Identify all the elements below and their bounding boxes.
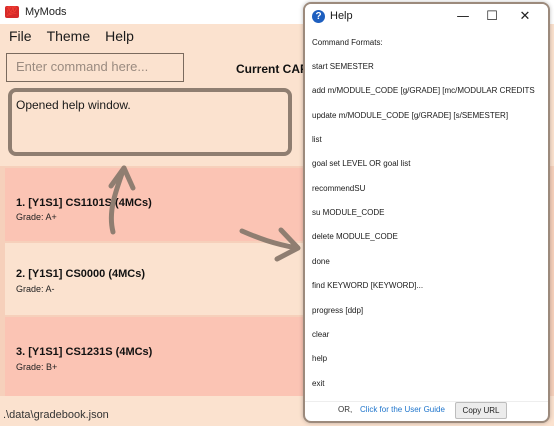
user-guide-link[interactable]: Click for the User Guide (360, 405, 445, 414)
or-label: OR, (338, 405, 353, 414)
menu-theme[interactable]: Theme (47, 28, 91, 44)
menu-help[interactable]: Help (105, 28, 134, 44)
help-command-line: list (312, 135, 322, 144)
help-window-title: Help (330, 10, 353, 22)
help-titlebar[interactable]: ? Help — ☐ ✕ (305, 4, 548, 30)
help-command-line: recommendSU (312, 184, 366, 193)
help-command-line: progress [ddp] (312, 306, 364, 315)
help-command-line: su MODULE_CODE (312, 208, 385, 217)
help-heading: Command Formats: (312, 38, 383, 47)
help-command-line: clear (312, 330, 330, 339)
app-title: MyMods (25, 6, 67, 18)
minimize-button[interactable]: — (453, 7, 473, 27)
result-display: Opened help window. (8, 88, 292, 156)
module-grade: Grade: A- (16, 284, 55, 294)
module-title: 1. [Y1S1] CS1101S (4MCs) (16, 197, 152, 209)
help-command-line: goal set LEVEL OR goal list (312, 159, 411, 168)
module-title: 3. [Y1S1] CS1231S (4MCs) (16, 346, 153, 358)
help-command-line: add m/MODULE_CODE [g/GRADE] [mc/MODULAR … (312, 86, 535, 95)
menu-file[interactable]: File (9, 28, 32, 44)
app-hundred-icon: 💯 (5, 6, 19, 18)
current-cap-label: Current CAP (236, 62, 309, 76)
module-grade: Grade: B+ (16, 362, 58, 372)
module-title: 2. [Y1S1] CS0000 (4MCs) (16, 268, 145, 280)
help-command-line: exit (312, 379, 325, 388)
help-footer: OR, Click for the User Guide Copy URL (305, 401, 548, 421)
help-command-line: delete MODULE_CODE (312, 232, 398, 241)
result-message: Opened help window. (16, 98, 131, 112)
help-command-line: start SEMESTER (312, 62, 374, 71)
help-command-line: done (312, 257, 330, 266)
save-path-label: .\data\gradebook.json (3, 409, 109, 421)
module-grade: Grade: A+ (16, 212, 57, 222)
help-command-line: help (312, 354, 328, 363)
help-command-line: update m/MODULE_CODE [g/GRADE] [s/SEMEST… (312, 111, 509, 120)
help-question-icon: ? (312, 10, 325, 23)
close-button[interactable]: ✕ (515, 7, 535, 27)
command-input[interactable]: Enter command here... (6, 53, 184, 82)
help-window[interactable]: ? Help — ☐ ✕ Command Formats: start SEME… (303, 2, 550, 423)
copy-url-button[interactable]: Copy URL (455, 402, 507, 419)
maximize-button[interactable]: ☐ (482, 7, 502, 27)
help-command-line: find KEYWORD [KEYWORD]... (312, 281, 424, 290)
